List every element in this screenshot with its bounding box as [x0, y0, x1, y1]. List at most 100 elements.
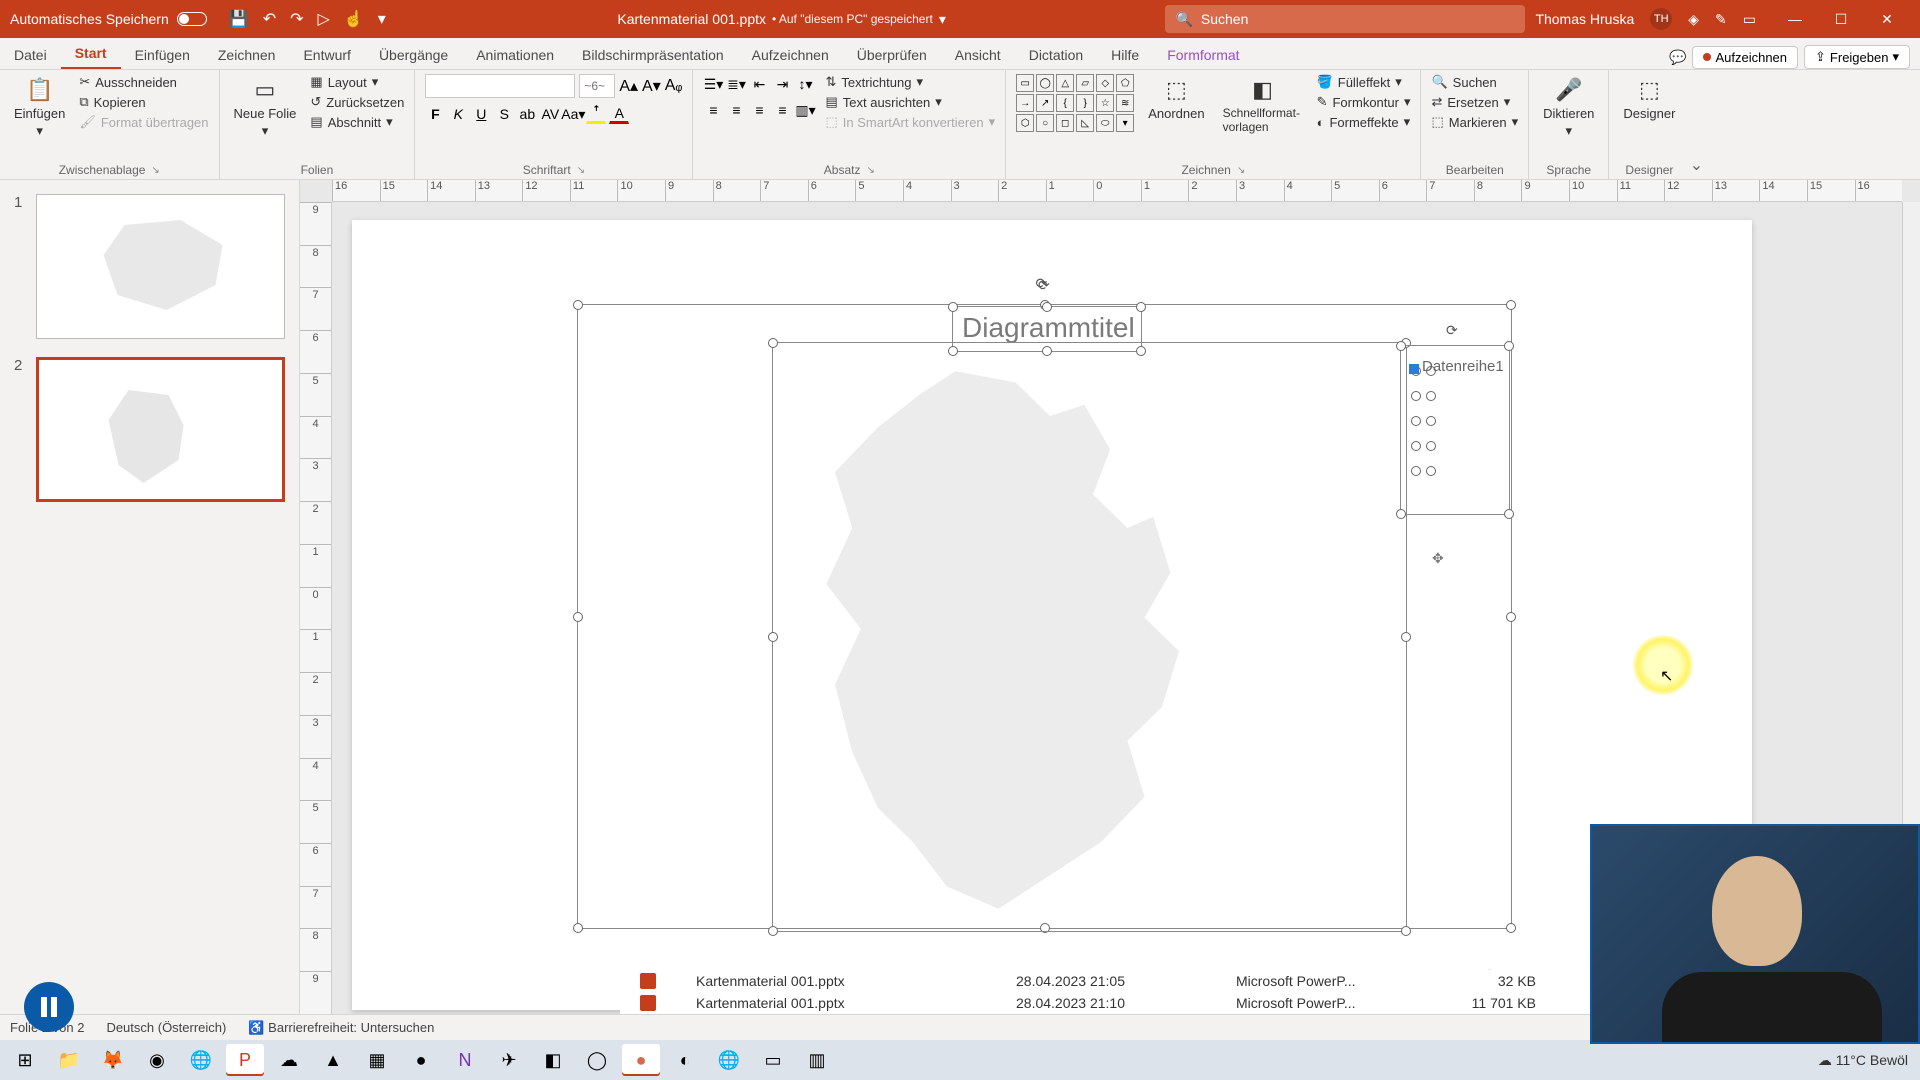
tab-formformat[interactable]: Formformat: [1153, 41, 1253, 69]
app-icon[interactable]: ▭: [754, 1044, 792, 1076]
tab-bildschirm[interactable]: Bildschirmpräsentation: [568, 41, 738, 69]
font-family-input[interactable]: [425, 74, 575, 98]
tab-einfuegen[interactable]: Einfügen: [121, 41, 204, 69]
case-button[interactable]: Aa▾: [563, 104, 583, 124]
bullets-button[interactable]: ☰▾: [703, 74, 723, 94]
numbering-button[interactable]: ≣▾: [726, 74, 746, 94]
highlight-button[interactable]: ꜛ: [586, 104, 606, 124]
arrange-button[interactable]: ⬚Anordnen: [1144, 74, 1208, 123]
shadow-button[interactable]: ab: [517, 104, 537, 124]
align-left-button[interactable]: ≡: [703, 100, 723, 120]
select-button[interactable]: ⬚Markieren ▾: [1431, 114, 1518, 130]
new-slide-button[interactable]: ▭Neue Folie▾: [230, 74, 301, 141]
align-center-button[interactable]: ≡: [726, 100, 746, 120]
pen-icon[interactable]: ✎: [1715, 11, 1727, 28]
vlc-icon[interactable]: ▲: [314, 1044, 352, 1076]
tab-dictation[interactable]: Dictation: [1015, 41, 1097, 69]
minimize-button[interactable]: —: [1772, 0, 1818, 38]
indent-dec-button[interactable]: ⇤: [749, 74, 769, 94]
rotate-handle-icon[interactable]: ⟳: [1446, 322, 1464, 340]
designer-button[interactable]: ⬚Designer: [1619, 74, 1679, 123]
section-button[interactable]: ▤Abschnitt ▾: [310, 114, 404, 130]
cut-button[interactable]: ✂Ausschneiden: [79, 74, 208, 90]
file-row[interactable]: Kartenmaterial 001.pptx28.04.2023 21:05M…: [620, 970, 1590, 992]
indent-inc-button[interactable]: ⇥: [772, 74, 792, 94]
search-box[interactable]: 🔍 Suchen: [1165, 5, 1525, 33]
close-button[interactable]: ✕: [1864, 0, 1910, 38]
avatar[interactable]: TH: [1650, 8, 1672, 30]
qat-more-icon[interactable]: ▾: [378, 9, 386, 29]
text-direction-button[interactable]: ⇅Textrichtung ▾: [825, 74, 995, 90]
user-name[interactable]: Thomas Hruska: [1535, 11, 1634, 27]
app-icon[interactable]: ◐: [666, 1044, 704, 1076]
rotate-handle-icon[interactable]: ⟳: [1038, 277, 1056, 295]
autosave-toggle[interactable]: [177, 12, 207, 26]
accessibility-indicator[interactable]: ♿ Barrierefreiheit: Untersuchen: [248, 1020, 434, 1036]
powerpoint-icon[interactable]: P: [226, 1044, 264, 1076]
telegram-icon[interactable]: ✈: [490, 1044, 528, 1076]
quick-styles-button[interactable]: ◧Schnellformat-vorlagen: [1219, 74, 1307, 136]
ribbon-collapse-icon[interactable]: ⌄: [1689, 70, 1703, 179]
underline-button[interactable]: U: [471, 104, 491, 124]
pause-recording-button[interactable]: [24, 982, 74, 1032]
launcher-icon[interactable]: ↘: [577, 165, 585, 176]
grow-font-icon[interactable]: A▴: [619, 76, 638, 96]
weather-widget[interactable]: ☁ 11°C Bewöl: [1818, 1052, 1908, 1069]
app-icon[interactable]: 🌐: [710, 1044, 748, 1076]
edge-icon[interactable]: 🌐: [182, 1044, 220, 1076]
app-icon[interactable]: ▦: [358, 1044, 396, 1076]
comments-icon[interactable]: 💬: [1669, 49, 1686, 66]
shape-fill-button[interactable]: 🪣Fülleffekt ▾: [1317, 74, 1411, 90]
font-color-button[interactable]: A: [609, 104, 629, 124]
tab-start[interactable]: Start: [61, 39, 121, 69]
bold-button[interactable]: F: [425, 104, 445, 124]
slideshow-icon[interactable]: ▷: [318, 9, 330, 29]
shapes-gallery[interactable]: ▭◯△▱◇⬠ →↗{}☆≋ ⬡○◻◺⬭▾: [1016, 74, 1134, 132]
find-button[interactable]: 🔍Suchen: [1431, 74, 1518, 90]
align-text-button[interactable]: ▤Text ausrichten ▾: [825, 94, 995, 110]
strike-button[interactable]: S: [494, 104, 514, 124]
tab-aufzeichnen[interactable]: Aufzeichnen: [738, 41, 843, 69]
explorer-icon[interactable]: 📁: [50, 1044, 88, 1076]
diamond-icon[interactable]: ◈: [1688, 11, 1699, 28]
tab-uebergaenge[interactable]: Übergänge: [365, 41, 462, 69]
reset-button[interactable]: ↺Zurücksetzen: [310, 94, 404, 110]
align-right-button[interactable]: ≡: [749, 100, 769, 120]
recording-app-icon[interactable]: ●: [622, 1044, 660, 1076]
chrome-icon[interactable]: ◉: [138, 1044, 176, 1076]
shrink-font-icon[interactable]: A▾: [642, 76, 661, 96]
format-painter-button[interactable]: 🖌Format übertragen: [79, 114, 208, 130]
maximize-button[interactable]: ☐: [1818, 0, 1864, 38]
slide-canvas[interactable]: ⟳ ⟳ Diagrammtitel ⟳: [352, 220, 1752, 1010]
line-spacing-button[interactable]: ↕▾: [795, 74, 815, 94]
shape-effects-button[interactable]: ◐Formeffekte ▾: [1317, 114, 1411, 130]
file-row[interactable]: Kartenmaterial 001.pptx28.04.2023 21:10M…: [620, 992, 1590, 1014]
title-dropdown-icon[interactable]: ▾: [939, 11, 946, 28]
font-size-input[interactable]: [579, 74, 615, 98]
launcher-icon[interactable]: ↘: [151, 165, 159, 176]
tab-datei[interactable]: Datei: [0, 41, 61, 69]
thumbnail-2[interactable]: [36, 357, 285, 502]
app-icon[interactable]: ▥: [798, 1044, 836, 1076]
spacing-button[interactable]: AV: [540, 104, 560, 124]
record-button[interactable]: Aufzeichnen: [1692, 46, 1798, 69]
dictate-button[interactable]: 🎤Diktieren▾: [1539, 74, 1598, 141]
justify-button[interactable]: ≡: [772, 100, 792, 120]
share-button[interactable]: ⇪Freigeben▾: [1804, 45, 1910, 69]
shape-outline-button[interactable]: ✎Formkontur ▾: [1317, 94, 1411, 110]
tab-ansicht[interactable]: Ansicht: [941, 41, 1015, 69]
paste-button[interactable]: 📋Einfügen▾: [10, 74, 69, 141]
copy-button[interactable]: ⧉Kopieren: [79, 94, 208, 110]
legend-label[interactable]: Datenreihe1: [1422, 358, 1504, 375]
start-button[interactable]: ⊞: [6, 1044, 44, 1076]
italic-button[interactable]: K: [448, 104, 468, 124]
app-icon[interactable]: ◧: [534, 1044, 572, 1076]
thumbnail-1[interactable]: [36, 194, 285, 339]
app-icon[interactable]: ☁: [270, 1044, 308, 1076]
app-icon[interactable]: ●: [402, 1044, 440, 1076]
launcher-icon[interactable]: ↘: [1237, 165, 1245, 176]
replace-button[interactable]: ⇄Ersetzen ▾: [1431, 94, 1518, 110]
undo-icon[interactable]: ↶: [263, 9, 276, 29]
launcher-icon[interactable]: ↘: [866, 165, 874, 176]
tab-zeichnen[interactable]: Zeichnen: [204, 41, 290, 69]
